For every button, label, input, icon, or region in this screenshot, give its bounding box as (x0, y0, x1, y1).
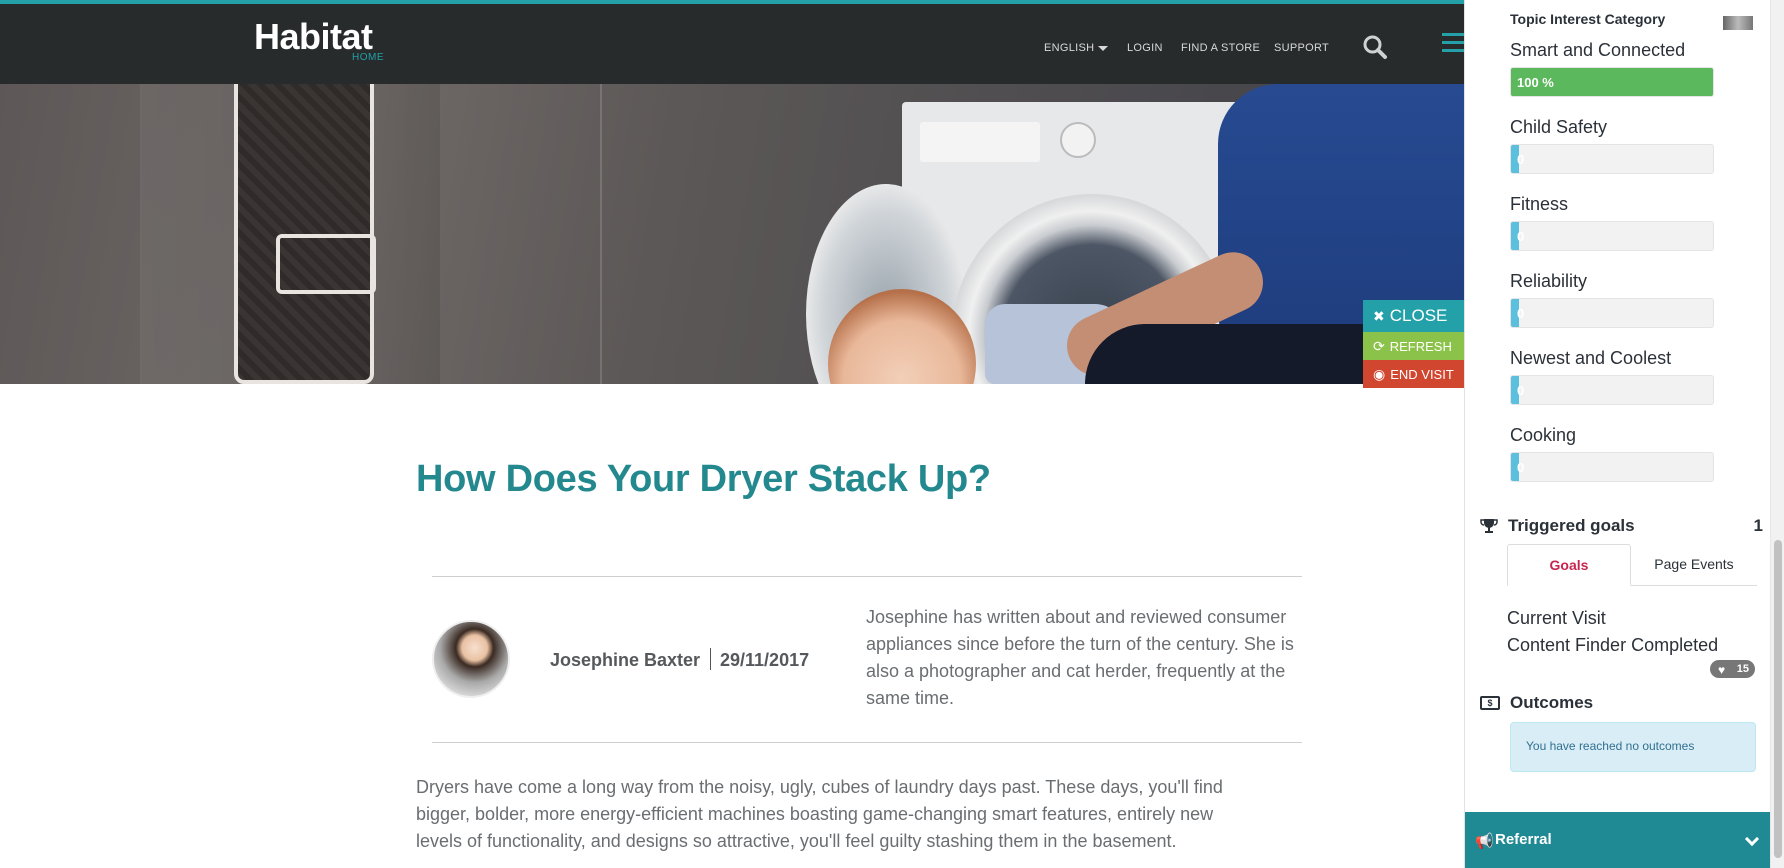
close-icon: ✖ (1373, 307, 1385, 324)
referral-title: Referral (1495, 831, 1552, 848)
tab-page-events[interactable]: Page Events (1631, 544, 1757, 586)
progress-bar: 0 (1510, 375, 1714, 405)
category-thumbnail (1723, 16, 1753, 30)
topic-label: Fitness (1510, 194, 1569, 214)
trophy-icon (1480, 519, 1498, 533)
website-viewport: Habitat HOME ENGLISH LOGIN FIND A STORE … (0, 0, 1464, 868)
author-bio: Josephine has written about and reviewed… (866, 607, 1294, 708)
refresh-icon: ⟳ (1373, 337, 1385, 354)
nav-login[interactable]: LOGIN (1127, 42, 1163, 54)
progress-bar: 0 (1510, 452, 1714, 482)
topic-label: Reliability (1510, 271, 1588, 291)
divider (432, 742, 1302, 743)
tab-goals[interactable]: Goals (1507, 544, 1631, 586)
refresh-button[interactable]: ⟳ REFRESH (1363, 332, 1464, 360)
topic-fitness: Fitness 0 (1510, 194, 1720, 251)
progress-value: 0 (1517, 460, 1525, 475)
end-visit-button[interactable]: ◉ END VISIT (1363, 360, 1464, 388)
eye-slash-icon: ◉ (1373, 365, 1386, 382)
outcomes-title: Outcomes (1510, 693, 1594, 712)
topic-cooking: Cooking 0 (1510, 425, 1720, 482)
goals-tabs: Goals Page Events (1507, 544, 1757, 586)
topic-smart-connected: Smart and Connected 100 % (1510, 40, 1720, 97)
article-body: Dryers have come a long way from the noi… (416, 777, 1223, 851)
experience-sidebar: Topic Interest Category Smart and Connec… (1464, 0, 1771, 868)
progress-bar: 0 (1510, 144, 1714, 174)
language-label: ENGLISH (1044, 42, 1095, 54)
progress-value: 0 (1517, 306, 1525, 321)
topic-newest-coolest: Newest and Coolest 0 (1510, 348, 1720, 405)
page: Habitat HOME ENGLISH LOGIN FIND A STORE … (0, 0, 1784, 868)
caret-down-icon (1098, 45, 1109, 51)
triggered-goals-header: Triggered goals 1 (1480, 515, 1763, 539)
logo-subtitle: HOME (352, 52, 384, 63)
goal-item: Current Visit (1507, 608, 1606, 628)
goal-item: Content Finder Completed (1507, 635, 1719, 655)
topic-label: Newest and Coolest (1510, 348, 1672, 368)
nav-support[interactable]: SUPPORT (1274, 42, 1329, 54)
scrollbar[interactable] (1770, 0, 1784, 868)
triggered-goals-title: Triggered goals (1508, 516, 1635, 535)
topic-label: Smart and Connected (1510, 40, 1686, 60)
topic-child-safety: Child Safety 0 (1510, 117, 1720, 174)
engagement-badge: ♥ 15 (1710, 660, 1755, 678)
language-selector[interactable]: ENGLISH (1044, 42, 1109, 54)
site-header: Habitat HOME ENGLISH LOGIN FIND A STORE … (0, 4, 1464, 84)
progress-value: 0 (1517, 152, 1525, 167)
search-icon[interactable] (1362, 34, 1388, 60)
nav-find-store[interactable]: FIND A STORE (1181, 42, 1260, 54)
money-icon: $ (1480, 696, 1500, 710)
visit-controls: ✖ CLOSE ⟳ REFRESH ◉ END VISIT (1363, 300, 1464, 388)
topic-label: Cooking (1510, 425, 1577, 445)
heart-icon: ♥ (1718, 663, 1726, 677)
divider (432, 576, 1302, 577)
chevron-down-icon[interactable] (1744, 831, 1760, 847)
article-title: How Does Your Dryer Stack Up? (416, 458, 991, 500)
topic-reliability: Reliability 0 (1510, 271, 1720, 328)
topic-interest-title: Topic Interest Category (1510, 11, 1666, 27)
topic-label: Child Safety (1510, 117, 1608, 137)
progress-value: 100 % (1517, 75, 1554, 90)
progress-bar: 0 (1510, 221, 1714, 251)
outcomes-alert: You have reached no outcomes (1510, 722, 1756, 772)
hero-image (0, 84, 1464, 384)
progress-value: 0 (1517, 229, 1525, 244)
goals-count: 1 (1753, 516, 1763, 535)
divider (710, 648, 711, 670)
close-button[interactable]: ✖ CLOSE (1363, 300, 1464, 332)
megaphone-icon: 📢 (1475, 833, 1494, 850)
article-date: 29/11/2017 (720, 650, 810, 670)
author-avatar (432, 620, 510, 698)
progress-bar: 0 (1510, 298, 1714, 328)
outcomes-header: $ Outcomes (1480, 692, 1763, 716)
scrollbar-thumb[interactable] (1774, 540, 1782, 858)
referral-panel[interactable]: 📢 Referral (1465, 812, 1771, 868)
author-name[interactable]: Josephine Baxter (550, 650, 700, 671)
progress-bar: 100 % (1510, 67, 1714, 97)
progress-value: 0 (1517, 383, 1525, 398)
hamburger-menu-icon[interactable] (1442, 33, 1464, 55)
